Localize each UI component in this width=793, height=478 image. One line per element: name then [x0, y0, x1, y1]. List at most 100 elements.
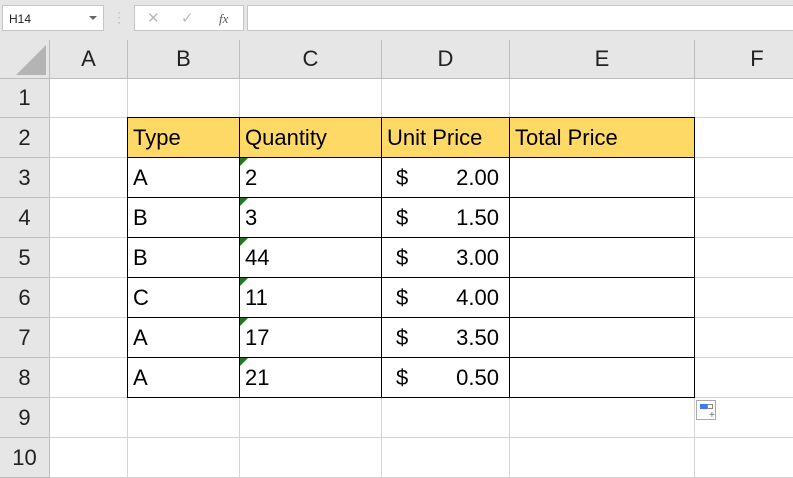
column-header-e[interactable]: E	[510, 40, 695, 79]
cell-B4[interactable]: B	[127, 197, 240, 238]
cell-D7[interactable]: $3.50	[381, 317, 510, 358]
column-header-f[interactable]: F	[695, 40, 793, 79]
cell-C5[interactable]: 44	[239, 237, 382, 278]
cell-B3[interactable]: A	[127, 157, 240, 198]
currency: $	[396, 164, 409, 190]
cell-E6[interactable]	[509, 277, 695, 318]
row-header-10[interactable]: 10	[0, 438, 50, 478]
cell-B2[interactable]: Type	[127, 117, 240, 158]
cell-B5[interactable]: B	[127, 237, 240, 278]
cell-E2[interactable]: Total Price	[509, 117, 695, 158]
cell-C9[interactable]	[240, 398, 382, 438]
row-header-4[interactable]: 4	[0, 198, 50, 238]
cell-D10[interactable]	[382, 438, 510, 478]
cell-C1[interactable]	[240, 79, 382, 118]
formula-input[interactable]	[247, 5, 793, 31]
cell-F5[interactable]	[695, 238, 793, 278]
row-header-6[interactable]: 6	[0, 278, 50, 318]
row-header-3[interactable]: 3	[0, 158, 50, 198]
cell-B6[interactable]: C	[127, 277, 240, 318]
cell-A10[interactable]	[50, 438, 128, 478]
cell-F8[interactable]	[695, 358, 793, 398]
row-header-1[interactable]: 1	[0, 79, 50, 118]
cell-D1[interactable]	[382, 79, 510, 118]
cell-C10[interactable]	[240, 438, 382, 478]
cell-F2[interactable]	[695, 118, 793, 158]
row-header-9[interactable]: 9	[0, 398, 50, 438]
cell-A8[interactable]	[50, 358, 128, 398]
cell-D9[interactable]	[382, 398, 510, 438]
cell-D5[interactable]: $3.00	[381, 237, 510, 278]
cell-A1[interactable]	[50, 79, 128, 118]
error-indicator-icon[interactable]	[240, 198, 248, 206]
cell-D4[interactable]: $1.50	[381, 197, 510, 238]
quantity-value: 3	[245, 204, 258, 230]
error-indicator-icon[interactable]	[240, 238, 248, 246]
unit-price: 4.00	[456, 284, 499, 310]
name-box[interactable]: H14	[2, 5, 104, 31]
error-indicator-icon[interactable]	[240, 158, 248, 166]
cell-C2[interactable]: Quantity	[239, 117, 382, 158]
cell-E8[interactable]	[509, 357, 695, 398]
cell-F6[interactable]	[695, 278, 793, 318]
cell-C8[interactable]: 21	[239, 357, 382, 398]
cell-B1[interactable]	[128, 79, 240, 118]
cell-C3[interactable]: 2	[239, 157, 382, 198]
cell-A6[interactable]	[50, 278, 128, 318]
drag-handle-icon[interactable]: · · ·	[117, 6, 121, 28]
cell-E7[interactable]	[509, 317, 695, 358]
chevron-down-icon[interactable]	[89, 16, 97, 20]
cell-C6[interactable]: 11	[239, 277, 382, 318]
cell-F1[interactable]	[695, 79, 793, 118]
cell-B8[interactable]: A	[127, 357, 240, 398]
cell-D8[interactable]: $0.50	[381, 357, 510, 398]
enter-icon[interactable]: ✓	[181, 9, 194, 27]
row-header-2[interactable]: 2	[0, 118, 50, 158]
insert-function-icon[interactable]: fx	[219, 11, 228, 27]
row-header-5[interactable]: 5	[0, 238, 50, 278]
select-all-button[interactable]	[0, 40, 50, 79]
cell-B9[interactable]	[128, 398, 240, 438]
cell-E10[interactable]	[510, 438, 695, 478]
unit-price: 2.00	[456, 164, 499, 190]
cell-A9[interactable]	[50, 398, 128, 438]
currency: $	[396, 244, 409, 270]
cell-A3[interactable]	[50, 158, 128, 198]
cell-F7[interactable]	[695, 318, 793, 358]
row-header-8[interactable]: 8	[0, 358, 50, 398]
column-header-c[interactable]: C	[240, 40, 382, 79]
row-header-7[interactable]: 7	[0, 318, 50, 358]
column-header-b[interactable]: B	[128, 40, 240, 79]
cell-A7[interactable]	[50, 318, 128, 358]
cell-A5[interactable]	[50, 238, 128, 278]
cell-F10[interactable]	[695, 438, 793, 478]
cell-B7[interactable]: A	[127, 317, 240, 358]
formula-bar: H14 · · · ✕ ✓ fx	[0, 0, 793, 40]
quick-analysis-icon[interactable]: +	[696, 400, 716, 421]
cell-B10[interactable]	[128, 438, 240, 478]
cell-A4[interactable]	[50, 198, 128, 238]
formula-buttons: ✕ ✓ fx	[134, 5, 244, 31]
column-header-d[interactable]: D	[382, 40, 510, 79]
cell-C7[interactable]: 17	[239, 317, 382, 358]
error-indicator-icon[interactable]	[240, 278, 248, 286]
cancel-icon[interactable]: ✕	[147, 9, 160, 27]
column-header-a[interactable]: A	[50, 40, 128, 79]
cell-D3[interactable]: $2.00	[381, 157, 510, 198]
cell-E4[interactable]	[509, 197, 695, 238]
error-indicator-icon[interactable]	[240, 318, 248, 326]
unit-price: 0.50	[456, 364, 499, 390]
cell-D6[interactable]: $4.00	[381, 277, 510, 318]
cell-E3[interactable]	[509, 157, 695, 198]
cell-E9[interactable]	[510, 398, 695, 438]
cell-A2[interactable]	[50, 118, 128, 158]
cell-F3[interactable]	[695, 158, 793, 198]
error-indicator-icon[interactable]	[240, 358, 248, 366]
cell-F4[interactable]	[695, 198, 793, 238]
select-all-icon	[16, 45, 46, 75]
cell-C4[interactable]: 3	[239, 197, 382, 238]
currency: $	[396, 204, 409, 230]
cell-E5[interactable]	[509, 237, 695, 278]
cell-E1[interactable]	[510, 79, 695, 118]
cell-D2[interactable]: Unit Price	[381, 117, 510, 158]
